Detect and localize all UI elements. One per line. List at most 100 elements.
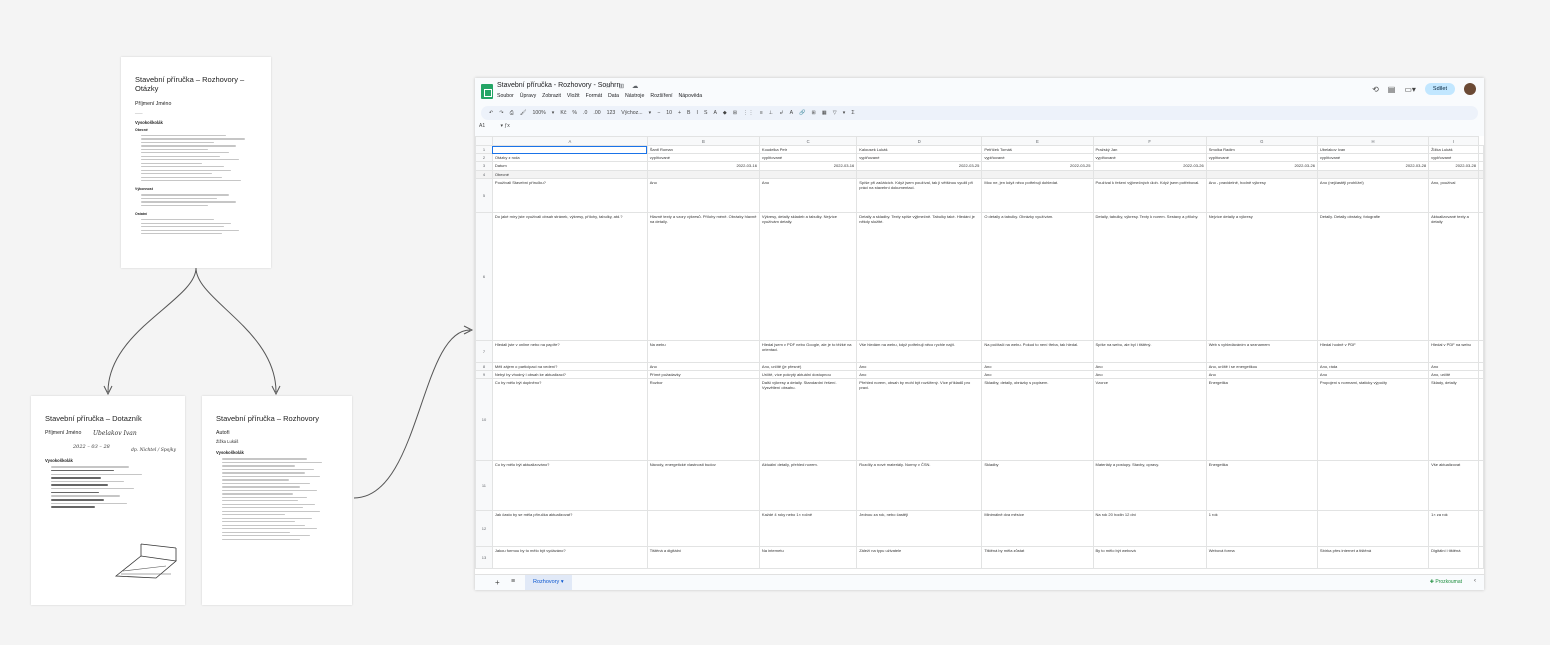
toolbar-item[interactable]: 100% bbox=[532, 110, 545, 116]
table-cell[interactable]: Každé 4 roky nebo 1× ročně bbox=[758, 510, 858, 548]
row-number[interactable]: 9 bbox=[475, 369, 493, 380]
table-cell[interactable]: Přímé požadavky bbox=[646, 369, 760, 380]
explore-button[interactable]: ✚ Prozkoumat bbox=[1430, 579, 1462, 585]
table-cell[interactable] bbox=[1092, 169, 1207, 179]
table-cell[interactable]: Na počítači na webu. Pokud to není třeba… bbox=[981, 339, 1094, 363]
toolbar-item[interactable]: S bbox=[704, 110, 707, 116]
table-cell[interactable]: Používali Stavební příručku? bbox=[491, 177, 648, 213]
toolbar-item[interactable]: ↷ bbox=[499, 110, 503, 116]
table-cell[interactable]: Tištěná a digitální bbox=[646, 546, 760, 570]
table-cell[interactable]: Web s vyhledáváním a seznamem bbox=[1205, 339, 1318, 363]
table-cell[interactable]: Materiály a postupy. Stavby, opravy. bbox=[1092, 460, 1207, 512]
table-cell[interactable]: Ano, používal bbox=[1428, 177, 1479, 213]
table-cell[interactable]: Ano bbox=[1428, 361, 1479, 371]
table-cell[interactable]: Aktualizované texty a detaily bbox=[1428, 211, 1479, 341]
table-cell[interactable]: Ano, určitě bbox=[1428, 369, 1479, 380]
table-cell[interactable] bbox=[1478, 361, 1484, 371]
table-cell[interactable]: Ano bbox=[1316, 369, 1430, 380]
table-cell[interactable] bbox=[1478, 378, 1484, 462]
menu-item[interactable]: Vložit bbox=[567, 93, 580, 99]
table-cell[interactable]: 2022-03-28 bbox=[1428, 161, 1479, 171]
toolbar-item[interactable]: .0 bbox=[583, 110, 587, 116]
table-cell[interactable]: Ano, určitě (je přesné) bbox=[758, 361, 858, 371]
row-number[interactable]: 7 bbox=[475, 339, 493, 363]
all-sheets-button[interactable]: ≡ bbox=[511, 578, 515, 585]
table-cell[interactable]: vyplňované bbox=[1092, 153, 1207, 163]
table-cell[interactable]: Co by mělo být doplněno? bbox=[491, 378, 648, 462]
table-cell[interactable]: 2022-03-28 bbox=[1316, 161, 1430, 171]
column-header[interactable]: F bbox=[1092, 136, 1207, 146]
table-cell[interactable]: Kalousek Lukáš bbox=[856, 144, 983, 155]
table-cell[interactable]: Datum bbox=[491, 161, 648, 171]
toolbar-item[interactable]: 123 bbox=[607, 110, 616, 116]
table-cell[interactable]: 2022-03-26 bbox=[1092, 161, 1207, 171]
toolbar-item[interactable]: Kč bbox=[560, 110, 566, 116]
table-cell[interactable]: Ano bbox=[856, 369, 983, 380]
column-header[interactable]: H bbox=[1316, 136, 1430, 146]
table-cell[interactable]: 2022-03-25 bbox=[981, 161, 1094, 171]
table-cell[interactable]: 1 rok bbox=[1205, 510, 1318, 548]
table-cell[interactable]: Webová forma bbox=[1205, 546, 1318, 570]
table-cell[interactable]: Otázky z roda bbox=[491, 153, 648, 163]
table-cell[interactable] bbox=[1478, 144, 1484, 155]
questions-document[interactable]: Stavební příručka – Rozhovory – Otázky P… bbox=[121, 57, 271, 268]
row-number[interactable]: 4 bbox=[475, 169, 493, 179]
tab-rozhovory[interactable]: Rozhovory ▾ bbox=[525, 575, 572, 590]
table-cell[interactable] bbox=[491, 144, 648, 155]
table-cell[interactable]: Sbírka přes internet a tištěná bbox=[1316, 546, 1430, 570]
table-cell[interactable]: Hledal jsem v PDF nebo Google, ale je to… bbox=[758, 339, 858, 363]
row-number[interactable]: 6 bbox=[475, 211, 493, 341]
table-cell[interactable]: Hledali jste v online nebo na papíře? bbox=[491, 339, 648, 363]
table-cell[interactable]: Detaily. Detaily obrázky, fotografie bbox=[1316, 211, 1430, 341]
toolbar-item[interactable]: ▾ bbox=[552, 110, 555, 116]
table-cell[interactable] bbox=[1316, 169, 1430, 179]
menu-item[interactable]: Formát bbox=[586, 93, 602, 99]
table-cell[interactable]: Koudelka Petr bbox=[758, 144, 858, 155]
table-cell[interactable] bbox=[1478, 161, 1484, 171]
table-cell[interactable]: Tištěná by měla zůstat bbox=[981, 546, 1094, 570]
grid[interactable]: A B C D E F G H I 1 Šantl Roman Koudelka Petr Kalous… bbox=[475, 136, 1484, 574]
table-cell[interactable]: vyplňované bbox=[1428, 153, 1479, 163]
table-cell[interactable]: Další výkresy a detaily. Standardní řeše… bbox=[758, 378, 858, 462]
menu-item[interactable]: Soubor bbox=[497, 93, 514, 99]
comments-icon[interactable]: ▤ bbox=[1388, 85, 1396, 94]
table-cell[interactable]: Ano - pravidelně, hodně výkresy bbox=[1205, 177, 1318, 213]
table-cell[interactable]: Energetika bbox=[1205, 460, 1318, 512]
table-cell[interactable]: Aktuální detaily, přehled norem. bbox=[758, 460, 858, 512]
table-cell[interactable]: Jakou formou by to mělo být vydáváno? bbox=[491, 546, 648, 570]
toolbar-item[interactable]: I bbox=[697, 110, 698, 116]
table-cell[interactable]: vyplňované bbox=[646, 153, 760, 163]
table-cell[interactable] bbox=[646, 510, 760, 548]
table-cell[interactable]: Do jaké míry jste využívali obsah stráne… bbox=[491, 211, 648, 341]
table-cell[interactable]: Ano, určitě i se energetikou bbox=[1205, 361, 1318, 371]
toolbar-item[interactable]: + bbox=[678, 110, 681, 116]
toolbar-item[interactable]: − bbox=[657, 110, 660, 116]
menu-item[interactable]: Nástroje bbox=[625, 93, 644, 99]
toolbar-item[interactable]: ⊥ bbox=[769, 110, 774, 116]
table-cell[interactable]: Rozdíly a nové materiály. Normy v ČSN. bbox=[856, 460, 983, 512]
table-cell[interactable]: Používal k řešení výjimečných úloh. Když… bbox=[1092, 177, 1207, 213]
table-cell[interactable]: Záleží na typu uživatele bbox=[856, 546, 983, 570]
table-cell[interactable]: Petříček Tomáš bbox=[981, 144, 1094, 155]
toolbar-item[interactable]: ◆ bbox=[723, 110, 727, 116]
table-cell[interactable] bbox=[1478, 369, 1484, 380]
table-cell[interactable]: Co by mělo být aktualizováno? bbox=[491, 460, 648, 512]
toolbar-item[interactable]: 🖌 bbox=[520, 110, 527, 116]
table-cell[interactable]: Obecné bbox=[491, 169, 648, 179]
row-number[interactable]: 8 bbox=[475, 361, 493, 371]
table-cell[interactable]: Nejvíce detaily a výkresy bbox=[1205, 211, 1318, 341]
table-cell[interactable]: Ano (nejčastěji prohlížel) bbox=[1316, 177, 1430, 213]
table-cell[interactable]: Spíše na webu, ale byl i tištěný. bbox=[1092, 339, 1207, 363]
table-cell[interactable]: 2022-03-16 bbox=[646, 161, 760, 171]
meet-icon[interactable]: ▭▾ bbox=[1404, 85, 1416, 94]
table-cell[interactable]: Moc ne, jen když něco potřebuji dohledat… bbox=[981, 177, 1094, 213]
table-cell[interactable] bbox=[1478, 460, 1484, 512]
table-cell[interactable]: Energetika bbox=[1205, 378, 1318, 462]
table-cell[interactable]: 2022-03-25 bbox=[856, 161, 983, 171]
row-number[interactable]: 12 bbox=[475, 510, 493, 548]
column-header[interactable]: B bbox=[646, 136, 760, 146]
toolbar-item[interactable]: ▦ bbox=[822, 110, 827, 116]
column-header[interactable]: A bbox=[491, 136, 648, 146]
table-cell[interactable]: vyplňované bbox=[1205, 153, 1318, 163]
interviews-document[interactable]: Stavební příručka – Rozhovory Autoři Žiž… bbox=[202, 396, 352, 605]
